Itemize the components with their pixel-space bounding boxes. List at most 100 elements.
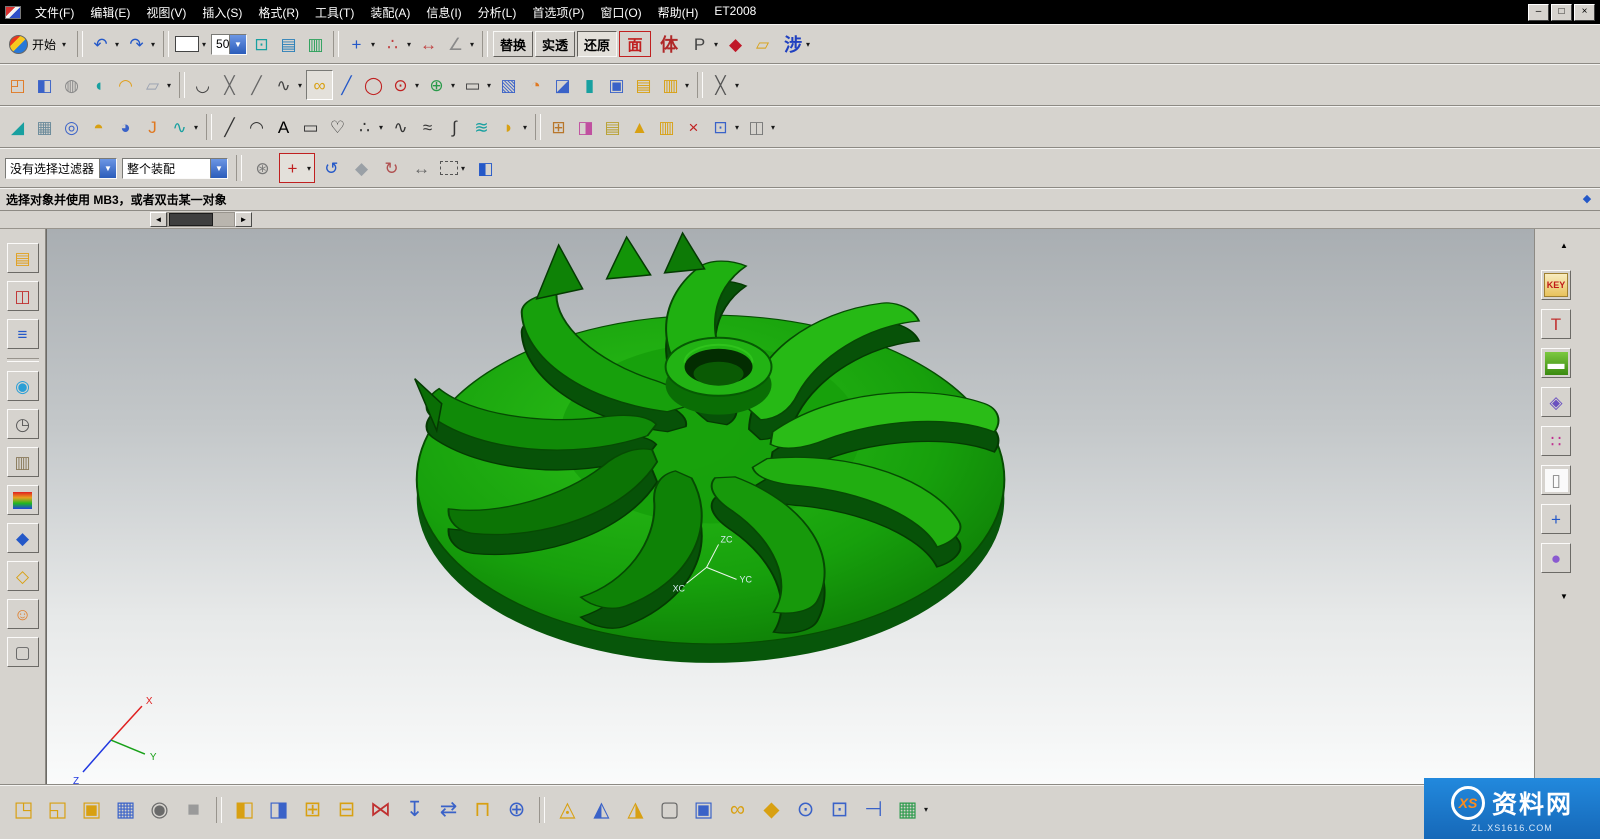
scroll-left-icon[interactable]: ◄ xyxy=(150,212,167,227)
color-palette-icon[interactable]: ∷ xyxy=(1541,426,1571,456)
rectangle-icon[interactable]: ▭ xyxy=(297,112,324,142)
rotate-view-icon[interactable]: ↻ xyxy=(378,153,405,183)
parts-list-icon-caret[interactable]: ▾ xyxy=(922,805,930,814)
datum-plane-icon[interactable]: ▱▾ xyxy=(139,70,175,100)
thicken-icon[interactable]: ▥ xyxy=(653,112,680,142)
restore-button[interactable]: □ xyxy=(1551,4,1572,21)
copy-position-icon[interactable]: P▾ xyxy=(686,29,722,59)
snap-point-icon[interactable]: +▾ xyxy=(279,153,315,183)
visible-layer-spinner[interactable]: 50▼ xyxy=(211,34,247,55)
rail-scroll-up-icon[interactable]: ▲ xyxy=(1549,231,1579,261)
start-button-caret[interactable]: ▾ xyxy=(60,40,68,49)
close-button[interactable]: × xyxy=(1574,4,1595,21)
project-curve-icon[interactable]: ╱ xyxy=(243,70,270,100)
part-navigator-icon[interactable]: ≡ xyxy=(7,319,39,349)
mirror-curve-icon[interactable]: ◡ xyxy=(189,70,216,100)
scroll-thumb[interactable] xyxy=(169,213,213,226)
selection-scope-select-arrow[interactable]: ▼ xyxy=(210,159,227,178)
feature-group-icon[interactable]: ◫▾ xyxy=(743,112,779,142)
chain-icon[interactable]: ∞ xyxy=(306,70,333,100)
point-constructor-icon[interactable]: ∴▾ xyxy=(379,29,415,59)
undo-icon[interactable]: ↶▾ xyxy=(87,29,123,59)
measure-distance-icon[interactable]: ↔ xyxy=(415,29,442,59)
mold-tool-icon[interactable]: ▬ xyxy=(1541,348,1571,378)
cylinder-icon-caret[interactable]: ▾ xyxy=(683,81,691,90)
selection-intent-icon[interactable]: ⊛ xyxy=(249,153,276,183)
menu-item[interactable]: 文件(F) xyxy=(27,1,82,24)
block-icon[interactable]: ▣ xyxy=(603,70,630,100)
datum-plane-icon-caret[interactable]: ▾ xyxy=(165,81,173,90)
studio-spline-icon[interactable]: ∫ xyxy=(441,112,468,142)
menu-item[interactable]: 窗口(O) xyxy=(592,1,649,24)
wave-geometry-icon[interactable]: ⊕ xyxy=(501,795,532,825)
copy-position-icon-caret[interactable]: ▾ xyxy=(712,40,720,49)
revolve-icon[interactable]: ◔ xyxy=(522,70,549,100)
blue-plus-icon[interactable]: + xyxy=(1541,504,1571,534)
materials-icon[interactable]: ◇ xyxy=(7,561,39,591)
exploded-view-icon[interactable]: ◬ xyxy=(552,795,583,825)
pan-view-icon[interactable]: ↔ xyxy=(408,153,435,183)
trim-body-icon-caret[interactable]: ▾ xyxy=(733,81,741,90)
artistic-profile-icon[interactable]: ♡ xyxy=(324,112,351,142)
text-icon[interactable]: A xyxy=(270,112,297,142)
reuse-library-icon[interactable]: ◉ xyxy=(7,371,39,401)
layer-visible-icon[interactable]: ▥ xyxy=(302,29,329,59)
copy-feature-icon[interactable]: ⊡▾ xyxy=(707,112,743,142)
impeller-model[interactable] xyxy=(413,233,1004,663)
synchronous-offset-icon[interactable]: ◱ xyxy=(42,795,73,825)
wcs-dynamics-icon[interactable]: +▾ xyxy=(343,29,379,59)
transform-tool-icon[interactable]: ◰ xyxy=(4,70,31,100)
snapshot-icon[interactable]: ◉ xyxy=(144,795,175,825)
snap-point-icon-caret[interactable]: ▾ xyxy=(305,164,313,173)
wireframe-cube-icon[interactable]: ▢ xyxy=(654,795,685,825)
shaded-cube-icon[interactable]: ▣ xyxy=(688,795,719,825)
raw-part-icon[interactable]: ■ xyxy=(178,795,209,825)
line-tool-icon[interactable]: ╱ xyxy=(216,112,243,142)
menu-item[interactable]: 装配(A) xyxy=(362,1,418,24)
menu-item[interactable]: 格式(R) xyxy=(250,1,307,24)
promote-component-icon[interactable]: ⊟ xyxy=(331,795,362,825)
palette-icon[interactable] xyxy=(7,485,39,515)
minimize-button[interactable]: – xyxy=(1528,4,1549,21)
add-component-icon[interactable]: ◧ xyxy=(229,795,260,825)
tube-icon[interactable]: ▮ xyxy=(576,70,603,100)
copy-feature-icon-caret[interactable]: ▾ xyxy=(733,123,741,132)
history-icon[interactable]: ◷ xyxy=(7,409,39,439)
combined-projection-icon-caret[interactable]: ▾ xyxy=(296,81,304,90)
ripple-icon-caret[interactable]: ▾ xyxy=(192,123,200,132)
product-outline-icon[interactable]: ⊙ xyxy=(790,795,821,825)
menu-item[interactable]: 首选项(P) xyxy=(524,1,592,24)
suppress-component-icon[interactable]: ↧ xyxy=(399,795,430,825)
layer-monitor-icon[interactable]: ⊡ xyxy=(248,29,275,59)
face-button[interactable]: 面 xyxy=(619,31,651,57)
delete-face-icon[interactable]: × xyxy=(680,112,707,142)
constraint-navigator-icon[interactable]: ◫ xyxy=(7,281,39,311)
scroll-right-icon[interactable]: ► xyxy=(235,212,252,227)
synchronous-replace-icon[interactable]: ▣ xyxy=(76,795,107,825)
sequence-icon[interactable]: ◭ xyxy=(586,795,617,825)
marquee-select-icon-caret[interactable]: ▾ xyxy=(459,164,467,173)
assembly-constraints-icon[interactable]: ⊓ xyxy=(467,795,498,825)
viewport-canvas[interactable]: ZC YC XC X Y Z xyxy=(47,229,1534,784)
face-analysis-icon[interactable]: ◎ xyxy=(58,112,85,142)
law-curve-icon[interactable]: ◗▾ xyxy=(495,112,531,142)
horizontal-scrollbar[interactable]: ◄ ► xyxy=(150,212,252,228)
restore-button[interactable]: 还原 xyxy=(577,31,617,57)
resize-blend-icon[interactable]: ▦ xyxy=(110,795,141,825)
circle-icon-caret[interactable]: ▾ xyxy=(413,81,421,90)
sheet-body-icon[interactable]: ◖ xyxy=(85,70,112,100)
mirror-assembly-icon[interactable]: ⋈ xyxy=(365,795,396,825)
sphere-mesh-icon[interactable]: ◍ xyxy=(58,70,85,100)
menu-item[interactable]: 插入(S) xyxy=(194,1,250,24)
point-set-icon-caret[interactable]: ▾ xyxy=(377,123,385,132)
patch-body-icon[interactable]: ▤ xyxy=(599,112,626,142)
gem-icon[interactable]: ◆ xyxy=(756,795,787,825)
studio-surface-icon[interactable]: ◢ xyxy=(4,112,31,142)
new-component-icon[interactable]: ◨ xyxy=(263,795,294,825)
red-solid-icon[interactable]: ◆ xyxy=(722,29,749,59)
helix-icon[interactable]: ≋ xyxy=(468,112,495,142)
layer-settings-icon[interactable]: ▤ xyxy=(275,29,302,59)
wcs-dynamics-icon-caret[interactable]: ▾ xyxy=(369,40,377,49)
feature-group-icon-caret[interactable]: ▾ xyxy=(769,123,777,132)
menu-item[interactable]: 视图(V) xyxy=(138,1,194,24)
